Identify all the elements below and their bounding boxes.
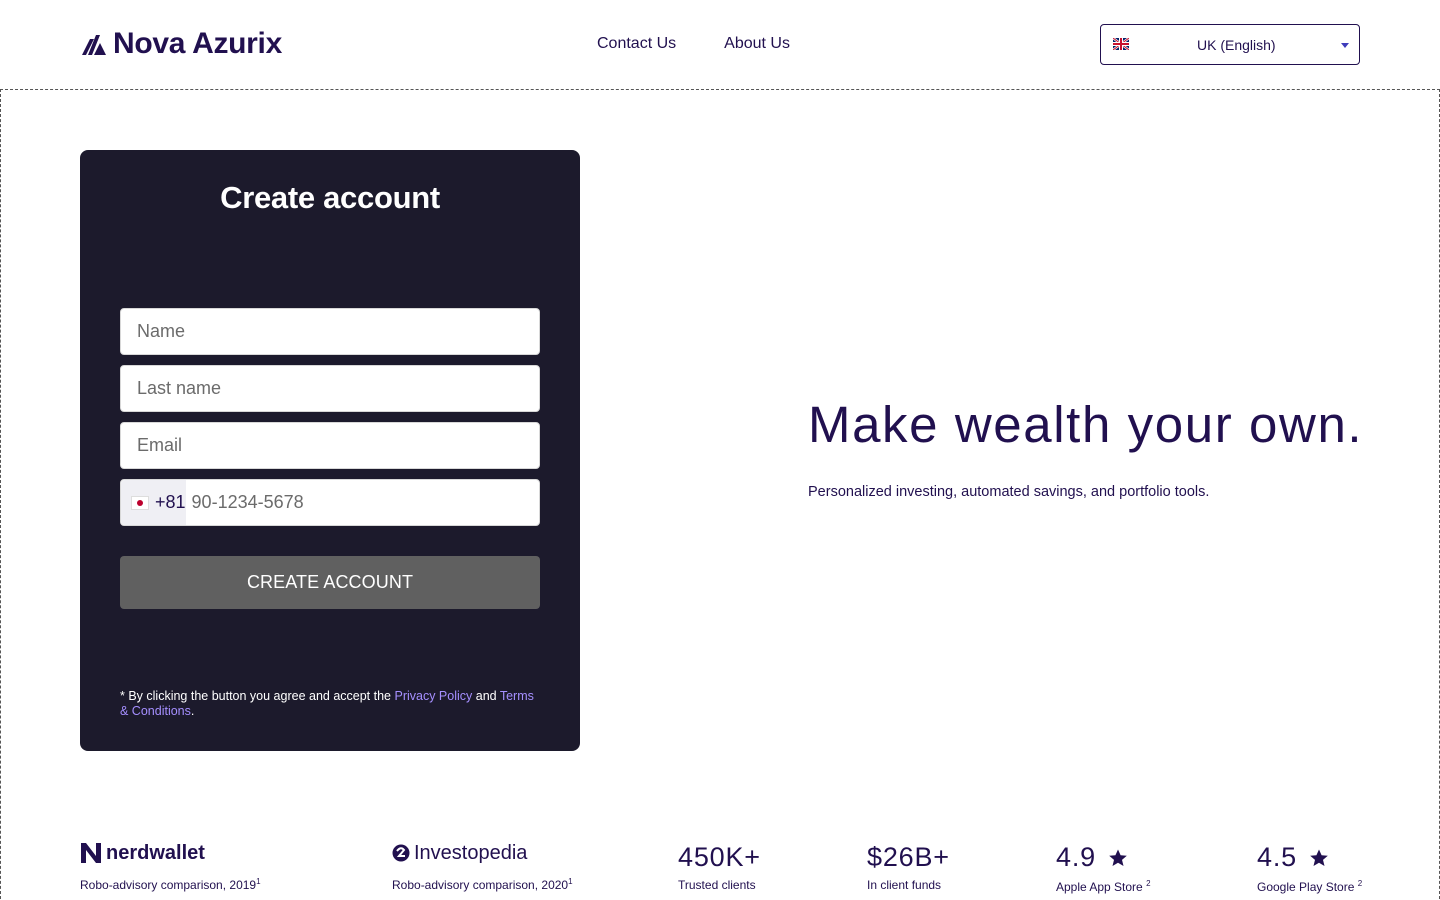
lastname-field[interactable]	[120, 365, 540, 412]
country-code-select[interactable]: +81	[121, 480, 186, 525]
clients-caption: Trusted clients	[678, 878, 756, 892]
legal-notice: * By clicking the button you agree and a…	[120, 689, 540, 719]
brand-logo-icon	[82, 35, 106, 55]
stat-nerdwallet: nerdwallet Robo-advisory comparison, 201…	[80, 841, 261, 893]
form-title: Create account	[220, 180, 440, 215]
star-icon	[1310, 849, 1328, 866]
investopedia-wordmark: Investopedia	[414, 841, 528, 864]
brand-logo[interactable]: Nova Azurix	[80, 27, 282, 61]
investopedia-icon	[392, 844, 410, 862]
privacy-policy-link[interactable]: Privacy Policy	[394, 689, 472, 703]
nerdwallet-wordmark: nerdwallet	[106, 841, 205, 864]
hero-title: Make wealth your own.	[808, 396, 1364, 453]
app-store-value: 4.9	[1056, 842, 1096, 872]
name-field[interactable]	[120, 308, 540, 355]
japan-flag-icon	[131, 495, 149, 510]
star-icon	[1109, 849, 1127, 866]
legal-suffix: .	[190, 704, 195, 718]
nav-contact-us[interactable]: Contact Us	[597, 35, 676, 53]
stat-app-store: 4.9 Apple App Store 2	[1056, 842, 1151, 894]
stat-investopedia: Investopedia Robo-advisory comparison, 2…	[392, 841, 573, 893]
app-store-rating: 4.9	[1056, 842, 1151, 873]
brand-name: Nova Azurix	[113, 27, 282, 60]
stat-play-store: 4.5 Google Play Store 2	[1257, 842, 1362, 894]
signup-card: Create account +81 CREATE ACCOUNT * By c…	[80, 150, 580, 751]
funds-caption: In client funds	[867, 878, 942, 892]
email-field[interactable]	[120, 422, 540, 469]
email-input[interactable]	[137, 435, 539, 456]
stat-funds: $26B+ In client funds	[867, 842, 950, 892]
phone-input[interactable]	[185, 492, 539, 513]
language-select[interactable]: UK (English)	[1100, 24, 1360, 65]
hero-subtitle: Personalized investing, automated saving…	[808, 484, 1210, 500]
stat-clients: 450K+ Trusted clients	[678, 842, 761, 892]
nerdwallet-icon	[81, 843, 101, 863]
play-store-caption: Google Play Store 2	[1257, 879, 1363, 894]
legal-and: and	[472, 689, 500, 703]
country-code: +81	[155, 492, 186, 512]
funds-value: $26B+	[867, 842, 950, 872]
nav-about-us[interactable]: About Us	[724, 35, 790, 53]
uk-flag-icon	[1113, 38, 1129, 50]
main-nav: Contact Us About Us	[597, 35, 790, 53]
nerdwallet-caption: Robo-advisory comparison, 20191	[80, 877, 261, 892]
play-store-rating: 4.5	[1257, 842, 1362, 873]
investopedia-caption: Robo-advisory comparison, 20201	[392, 877, 573, 892]
lastname-input[interactable]	[137, 378, 539, 399]
play-store-value: 4.5	[1257, 842, 1297, 872]
app-store-caption: Apple App Store 2	[1056, 879, 1151, 894]
clients-value: 450K+	[678, 842, 761, 872]
legal-prefix: * By clicking the button you agree and a…	[120, 689, 395, 703]
nerdwallet-logo: nerdwallet	[80, 841, 261, 865]
language-value: UK (English)	[1197, 37, 1276, 53]
phone-field[interactable]: +81	[120, 479, 540, 526]
chevron-down-icon	[1341, 43, 1349, 48]
investopedia-logo: Investopedia	[392, 841, 573, 865]
name-input[interactable]	[137, 321, 539, 342]
create-account-button[interactable]: CREATE ACCOUNT	[120, 556, 540, 609]
site-header: Nova Azurix Contact Us About Us UK (Engl…	[0, 0, 1440, 89]
